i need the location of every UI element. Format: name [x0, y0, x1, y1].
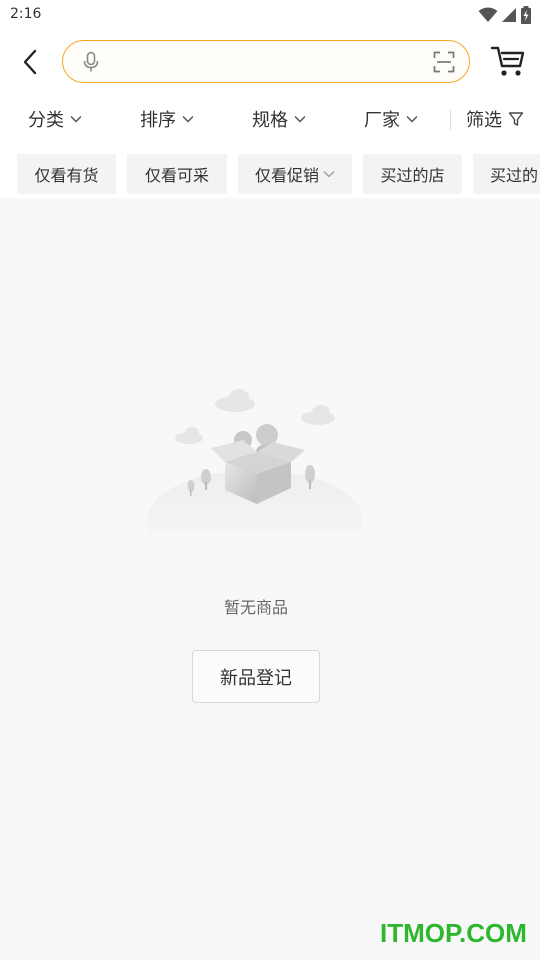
- empty-message: 暂无商品: [223, 598, 288, 617]
- back-button[interactable]: [12, 42, 48, 82]
- cart-icon: [490, 46, 525, 76]
- filter-funnel-icon: [508, 112, 524, 126]
- cart-button[interactable]: [488, 42, 528, 80]
- chevron-down-icon: [406, 115, 418, 123]
- empty-box-people-illustration: [147, 389, 363, 532]
- status-time: 2:16: [10, 6, 42, 22]
- chip-bought[interactable]: 买过的: [473, 154, 540, 194]
- wifi-icon: [478, 7, 498, 22]
- filter-sort[interactable]: 排序: [140, 100, 194, 138]
- watermark-text: ITMOP.COM: [380, 918, 527, 948]
- filter-row: 分类 排序 规格 厂家 筛选: [0, 100, 540, 138]
- chip-in-stock-label: 仅看有货: [34, 166, 99, 185]
- filter-spec-label: 规格: [252, 110, 288, 131]
- filter-category[interactable]: 分类: [28, 100, 82, 138]
- chip-purchasable[interactable]: 仅看可采: [127, 154, 227, 194]
- chevron-down-icon: [294, 115, 306, 123]
- chip-bought-stores[interactable]: 买过的店: [363, 154, 462, 194]
- chip-bought-stores-label: 买过的店: [380, 166, 445, 185]
- filter-sort-label: 排序: [140, 110, 176, 131]
- battery-charging-icon: [521, 6, 531, 24]
- chevron-down-icon: [70, 115, 82, 123]
- filter-divider: [450, 110, 451, 130]
- chevron-down-icon: [182, 115, 194, 123]
- filter-screen[interactable]: 筛选: [466, 100, 524, 138]
- scan-icon[interactable]: [433, 51, 455, 73]
- status-bar: 2:16: [0, 0, 540, 30]
- mic-icon[interactable]: [81, 51, 101, 73]
- chevron-left-icon: [23, 49, 37, 75]
- tag-chip-row: 仅看有货 仅看可采 仅看促销 买过的店 买过的: [0, 154, 540, 194]
- chip-promotion[interactable]: 仅看促销: [238, 154, 352, 194]
- filter-spec[interactable]: 规格: [252, 100, 306, 138]
- chip-bought-label: 买过的: [490, 166, 539, 185]
- filter-manufacturer[interactable]: 厂家: [364, 100, 418, 138]
- chip-purchasable-label: 仅看可采: [144, 166, 209, 185]
- filter-screen-label: 筛选: [466, 110, 502, 131]
- status-icons: [478, 4, 532, 26]
- chip-promotion-label: 仅看促销: [254, 166, 319, 185]
- search-input[interactable]: [111, 47, 411, 77]
- search-box[interactable]: [62, 40, 470, 83]
- new-product-register-button[interactable]: 新品登记: [192, 650, 320, 703]
- filter-category-label: 分类: [28, 110, 64, 131]
- signal-icon: [502, 8, 516, 22]
- filter-manufacturer-label: 厂家: [364, 110, 400, 131]
- chip-in-stock[interactable]: 仅看有货: [17, 154, 116, 194]
- chevron-down-icon: [323, 171, 335, 178]
